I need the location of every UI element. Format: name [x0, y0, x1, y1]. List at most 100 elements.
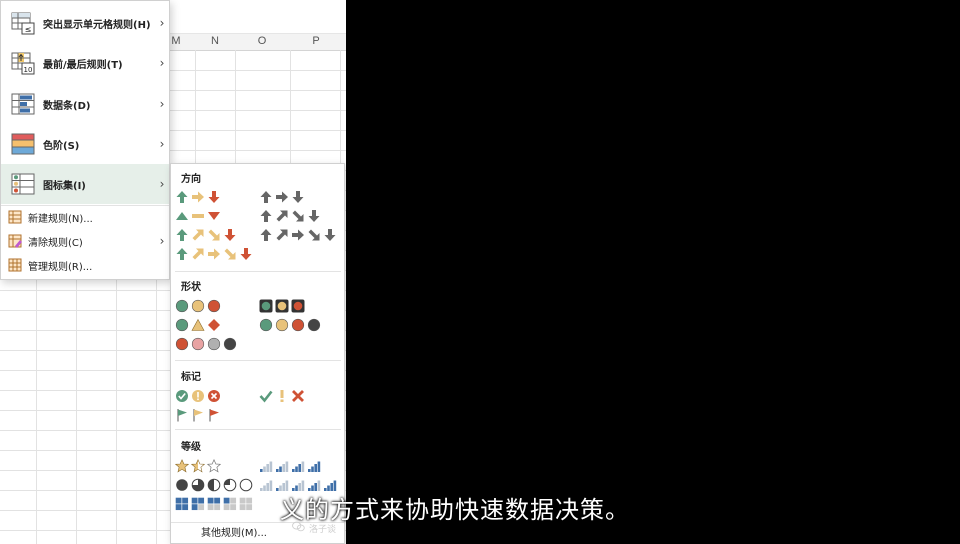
downright-icon: [308, 229, 320, 241]
menu-item-label: 新建规则(N)...: [28, 213, 93, 225]
chevron-right-icon: ›: [159, 234, 165, 248]
boxes-icon: [191, 497, 205, 511]
column-letter-o[interactable]: O: [242, 35, 282, 47]
svg-text:≤: ≤: [25, 25, 32, 34]
icon-set-3-signs[interactable]: [175, 317, 221, 333]
icon-set-5-quarters[interactable]: [175, 477, 253, 493]
boxes-icon: [223, 497, 237, 511]
right-icon: [276, 191, 288, 203]
up-icon: [260, 210, 272, 222]
icon-set-3-symbols-uncircled[interactable]: [259, 388, 305, 404]
icon-set-3-arrows-colored[interactable]: [175, 189, 221, 205]
pie3-icon: [191, 478, 205, 492]
right-icon: [208, 248, 220, 260]
downright-icon: [292, 210, 304, 222]
upright-icon: [192, 229, 204, 241]
menu-item-new-rule[interactable]: 新建规则(N)...: [1, 205, 169, 229]
icon-set-red-to-black[interactable]: [175, 336, 237, 352]
boxes-icon: [207, 497, 221, 511]
menu-item-icon-sets[interactable]: 图标集(I) ›: [1, 164, 169, 204]
column-letter-p[interactable]: P: [296, 35, 336, 47]
light-icon: [291, 299, 305, 313]
circle-icon: [191, 337, 205, 351]
bars-icon: [276, 461, 289, 472]
icon-set-4-ratings[interactable]: [259, 458, 321, 474]
icon-set-4-arrows-colored[interactable]: [175, 227, 237, 243]
icon-set-3-traffic-lights-rimmed[interactable]: [259, 298, 305, 314]
boxes-icon: [175, 497, 189, 511]
icon-set-5-arrows-colored[interactable]: [175, 246, 253, 262]
downright-icon: [208, 229, 220, 241]
icon-set-3-flags[interactable]: [175, 407, 221, 423]
circle-icon: [307, 318, 321, 332]
circle-icon: [275, 318, 289, 332]
menu-item-label: 图标集(I): [43, 180, 86, 192]
flag-icon: [193, 409, 203, 422]
icon-set-3-arrows-gray[interactable]: [259, 189, 305, 205]
starhalf-icon: [191, 459, 205, 473]
new-rule-icon: [8, 210, 22, 224]
section-divider: [175, 429, 341, 430]
top-bottom-rules-icon: 10: [11, 51, 35, 75]
flag-icon: [209, 409, 219, 422]
chevron-right-icon: ›: [159, 137, 165, 151]
chevron-right-icon: ›: [159, 177, 165, 191]
menu-item-label: 清除规则(C): [28, 237, 83, 249]
menu-item-highlight-cells-rules[interactable]: ≤ 突出显示单元格规则(H) ›: [1, 3, 169, 43]
menu-item-label: 突出显示单元格规则(H): [43, 19, 151, 31]
circle-icon: [291, 318, 305, 332]
circle-icon: [259, 318, 273, 332]
right-icon: [192, 191, 204, 203]
down-icon: [324, 229, 336, 241]
right-icon: [292, 229, 304, 241]
menu-item-data-bars[interactable]: 数据条(D) ›: [1, 84, 169, 124]
circle-icon: [223, 337, 237, 351]
circle-icon: [175, 318, 189, 332]
pie4-icon: [176, 479, 188, 491]
diamond-icon: [208, 319, 220, 331]
bang-icon: [280, 390, 284, 402]
bars-icon: [260, 480, 273, 491]
icon-sets-icon: [11, 172, 35, 196]
triup-icon: [176, 212, 188, 220]
dash-icon: [192, 214, 204, 218]
chevron-right-icon: ›: [159, 97, 165, 111]
icon-set-3-triangles[interactable]: [175, 208, 221, 224]
menu-item-color-scales[interactable]: 色阶(S) ›: [1, 124, 169, 164]
check-icon: [176, 390, 188, 402]
watermark-text: 洛子谈: [309, 524, 337, 535]
icon-set-3-symbols-circled[interactable]: [175, 388, 221, 404]
conditional-formatting-menu: ≤ 突出显示单元格规则(H) › 10 最前/最后规则(T) › 数据条(D) …: [0, 0, 170, 280]
circle-icon: [207, 337, 221, 351]
icon-set-4-traffic-lights[interactable]: [259, 317, 321, 333]
upright-icon: [276, 210, 288, 222]
section-divider: [175, 271, 341, 272]
menu-item-top-bottom-rules[interactable]: 10 最前/最后规则(T) ›: [1, 43, 169, 83]
icon-set-5-boxes[interactable]: [175, 496, 253, 512]
menu-item-label: 管理规则(R)...: [28, 261, 93, 273]
light-icon: [275, 299, 289, 313]
downright-icon: [224, 248, 236, 260]
tridown-icon: [208, 212, 220, 220]
menu-item-clear-rules[interactable]: 清除规则(C) ›: [1, 229, 169, 253]
wechat-icon: [292, 521, 305, 535]
menu-item-label: 最前/最后规则(T): [43, 59, 123, 71]
light-icon: [259, 299, 273, 313]
section-title-ratings: 等级: [181, 442, 201, 453]
column-letter-n[interactable]: N: [195, 35, 235, 47]
upright-icon: [276, 229, 288, 241]
up-icon: [260, 191, 272, 203]
pie0-icon: [239, 478, 253, 492]
down-icon: [292, 191, 304, 203]
icon-set-3-traffic-lights-unrimmed[interactable]: [175, 298, 221, 314]
icon-set-4-arrows-gray[interactable]: [259, 208, 321, 224]
section-divider: [175, 360, 341, 361]
bars-icon: [292, 461, 305, 472]
boxes-icon: [239, 497, 253, 511]
video-subtitle: 义的方式来协助快速数据决策。: [280, 496, 630, 524]
down-icon: [308, 210, 320, 222]
icon-set-3-stars[interactable]: [175, 458, 221, 474]
watermark: 洛子谈: [292, 521, 336, 535]
icon-set-5-arrows-gray[interactable]: [259, 227, 337, 243]
menu-item-manage-rules[interactable]: 管理规则(R)...: [1, 253, 169, 277]
